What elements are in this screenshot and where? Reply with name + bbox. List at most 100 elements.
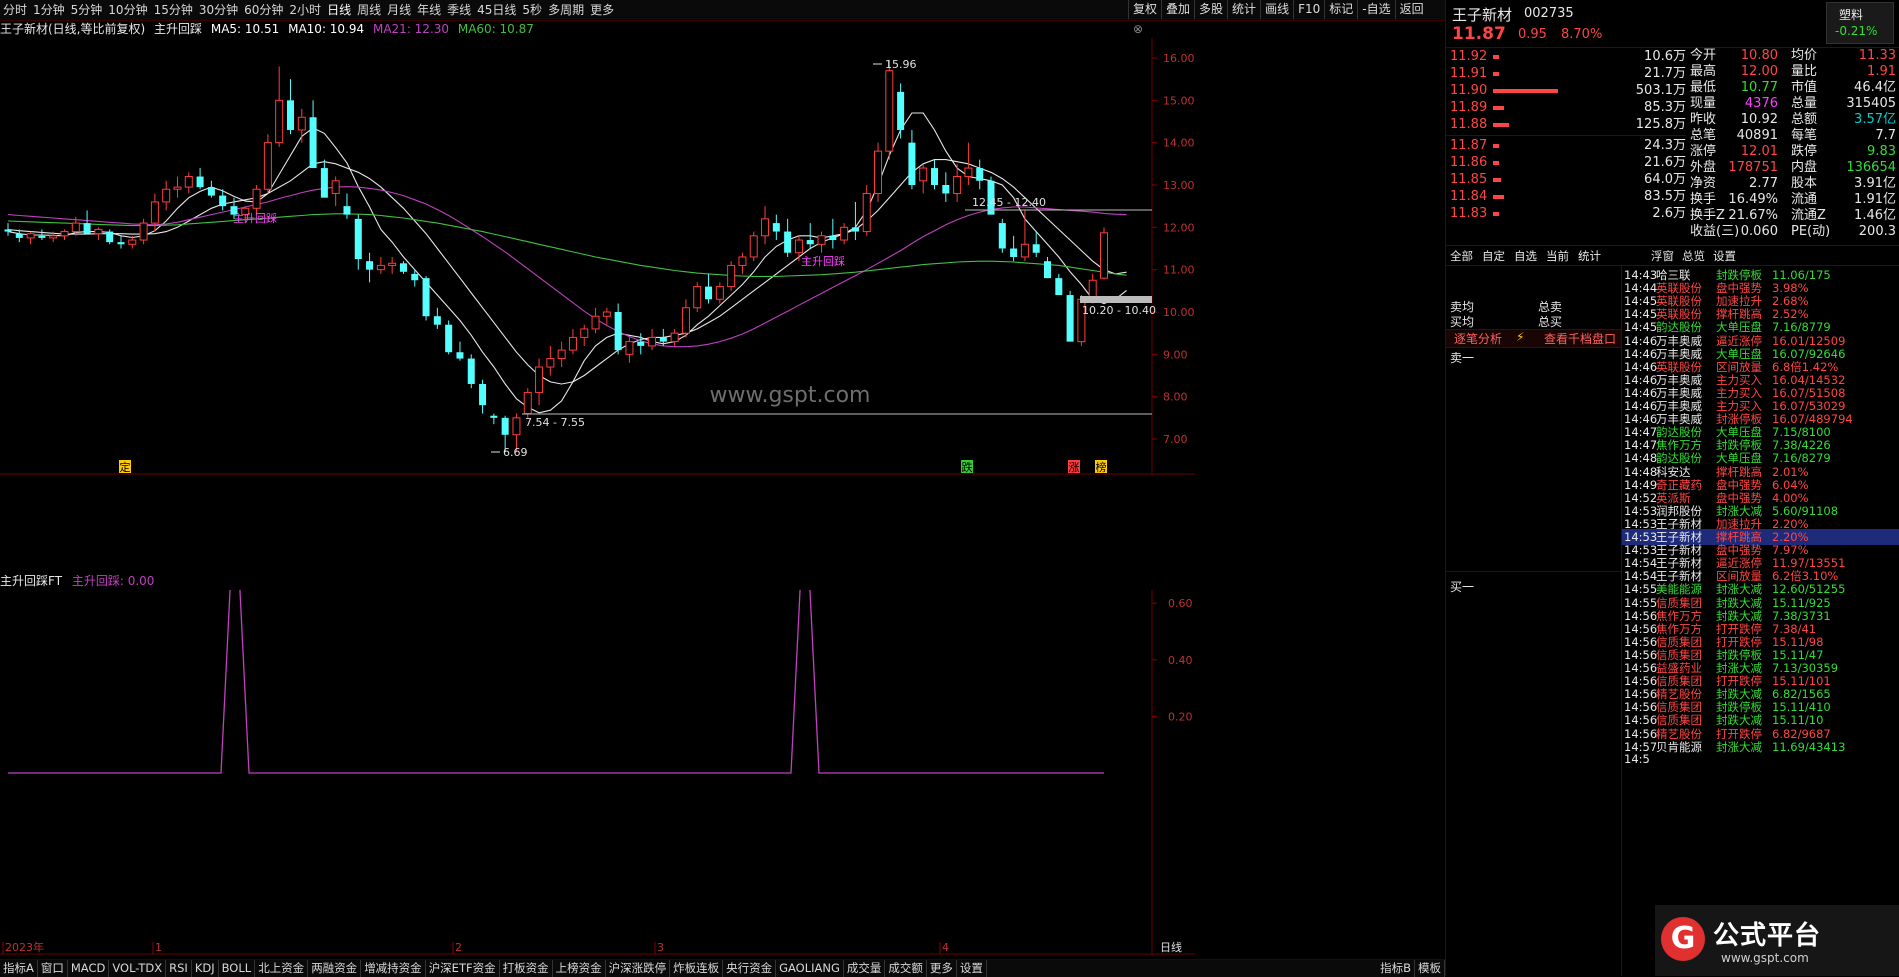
period-tab[interactable]: 1分钟 [30,0,68,20]
toolbar-button[interactable]: 复权 [1128,0,1161,19]
toolbar-button[interactable]: 标记 [1324,0,1357,19]
ticker-tab[interactable]: 全部 [1450,248,1473,264]
tick-analysis-link[interactable]: 逐笔分析 [1454,330,1502,347]
ticker-row[interactable]: 14:57 贝肯能源 封涨大减 11.69/43413 [1622,739,1899,755]
total-buy-label: 总买 [1538,315,1563,329]
quote-value: 315405 [1846,96,1896,111]
candle-body [908,142,916,185]
indicator-tab[interactable]: 两融资金 [308,960,362,977]
toolbar-button[interactable]: 返回 [1394,0,1428,19]
period-tab[interactable]: 60分钟 [241,0,286,20]
period-tab[interactable]: 分时 [0,0,30,20]
toolbar-button[interactable]: -自选 [1357,0,1394,19]
sector-pct: -0.21% [1835,24,1878,38]
quote-value: 200.3 [1858,224,1896,239]
ticker-tab[interactable]: 浮窗 [1651,248,1674,264]
indicator-tab[interactable]: 沪深涨跌停 [606,960,671,977]
period-tab[interactable]: 30分钟 [196,0,241,20]
indicator-tab[interactable]: 成交额 [885,960,927,977]
candle [263,134,272,194]
period-tab[interactable]: 年线 [414,0,444,20]
candle-body [840,226,849,241]
toolbar-button[interactable]: 叠加 [1161,0,1194,19]
bottom-right-tab[interactable]: 模板 [1415,960,1445,977]
stock-name: 王子新材 [1452,6,1513,24]
ticker-tab[interactable]: 统计 [1578,248,1601,264]
candle-body [49,235,58,239]
indicator-tab[interactable]: MACD [68,960,110,977]
period-tab[interactable]: 10分钟 [105,0,150,20]
toolbar-button[interactable]: 多股 [1194,0,1227,19]
indicator-tab[interactable]: RSI [166,960,192,977]
quote-value: 16.49% [1728,192,1778,207]
toolbar-button[interactable]: F10 [1293,0,1324,19]
indicator-chart[interactable]: 0.800.600.400.202023年1234日线 [0,590,1195,955]
candle [523,388,532,418]
period-tab[interactable]: 更多 [587,0,617,20]
candle-body [263,142,272,190]
indicator-tab[interactable]: VOL-TDX [109,960,167,977]
ma60-label: MA60: 10.87 [457,22,534,36]
indicator-tab[interactable]: BOLL [219,960,256,977]
indicator-tab[interactable]: 设置 [957,960,987,977]
period-tab[interactable]: 2小时 [286,0,324,20]
signal-label-1: 主升回踩 [233,212,277,225]
ticker-tab[interactable]: 自选 [1514,248,1537,264]
candle-body [919,167,928,182]
close-chart-icon[interactable]: ⊗ [1133,22,1143,36]
indicator-tab[interactable]: 增减持资金 [361,960,426,977]
period-tab[interactable]: 月线 [384,0,414,20]
indicator-tabbar: 指标A 窗口 MACD VOL-TDX RSI KDJ BOLL 北上资金 两融资金 增减持资金沪… [0,959,1445,977]
indicator-name[interactable]: 主升回踩 [154,22,202,36]
thousand-orders-link[interactable]: 查看千档盘口 [1544,330,1616,347]
candle-body [60,231,69,237]
quote-label: 均价 [1791,48,1818,63]
indicator-tab[interactable]: 北上资金 [255,960,309,977]
candle [106,229,114,245]
toolbar-button[interactable]: 画线 [1260,0,1293,19]
indicator-tab[interactable]: 炸板连板 [670,960,724,977]
indicator-tab[interactable]: 指标A [0,960,38,977]
price-tick-label: 7.00 [1163,433,1188,446]
logo-text: 公式平台 [1713,921,1822,951]
indicator-tab[interactable]: 沪深ETF资金 [426,960,500,977]
period-tab[interactable]: 周线 [354,0,384,20]
period-tab[interactable]: 5分钟 [68,0,106,20]
period-tab[interactable]: 多周期 [545,0,587,20]
indicator-tab[interactable]: GAOLIANG [776,960,844,977]
candle [445,320,453,355]
time-label: 3 [657,941,664,954]
price-chart[interactable]: 16.00 15.00 14.00 13.00 12.00 11.00 10.00 9.00 8… [0,38,1195,475]
quote-grid: 今开 10.80 均价 11.33 最高 12.00 量比 1.91 最低 10.77 市值 46.4… [1446,48,1899,248]
period-tab[interactable]: 45日线 [474,0,519,20]
price-tick-label: 10.00 [1163,306,1195,319]
indicator-tab[interactable]: 成交量 [844,960,886,977]
ticker-tab[interactable]: 设置 [1713,248,1736,264]
ticker-event: 封涨大减 [1716,739,1762,754]
quote-label: 换手 [1690,192,1717,207]
quote-value: 0.060 [1740,224,1778,239]
indicator-tab[interactable]: KDJ [192,960,219,977]
candle-body [150,201,159,224]
candle-body [1099,232,1109,279]
toolbar-button[interactable]: 统计 [1227,0,1260,19]
indicator-tab[interactable]: 央行资金 [723,960,777,977]
quote-label: 股本 [1791,176,1818,191]
candle-body [433,316,441,325]
period-tab[interactable]: 日线 [324,0,354,20]
period-tab[interactable]: 季线 [444,0,474,20]
bottom-right-tab[interactable]: 指标B [1377,960,1415,977]
indicator-tab[interactable]: 上榜资金 [553,960,606,977]
indicator-tab[interactable]: 打板资金 [500,960,553,977]
ticker-tab[interactable]: 当前 [1546,248,1569,264]
ticker-tab[interactable]: 自定 [1482,248,1505,264]
indicator-title: 主升回踩FT [0,574,63,588]
indicator-tab[interactable]: 窗口 [38,960,68,977]
period-tab[interactable]: 5秒 [519,0,545,20]
ticker-tab[interactable]: 总览 [1682,248,1705,264]
candle-body [196,176,204,188]
price-tick-label: 14.00 [1163,137,1195,150]
indicator-tab[interactable]: 更多 [927,960,957,977]
quote-value: 10.92 [1740,112,1778,127]
period-tab[interactable]: 15分钟 [151,0,196,20]
